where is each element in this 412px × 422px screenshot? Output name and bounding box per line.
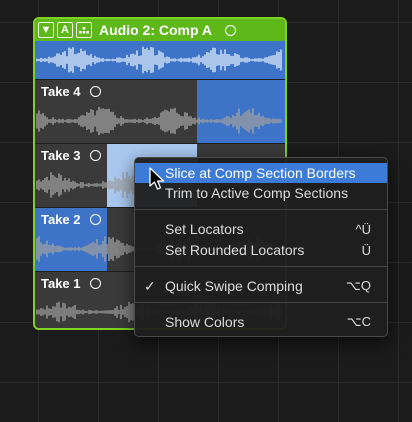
menu-item-label: Trim to Active Comp Sections <box>165 185 349 201</box>
menu-item-label: Quick Swipe Comping <box>165 278 303 294</box>
menu-item-shortcut: ⌥Q <box>345 278 371 293</box>
record-circle-icon[interactable] <box>225 24 237 36</box>
menu-item-quick-swipe-comping[interactable]: ✓ Quick Swipe Comping ⌥Q <box>135 276 387 296</box>
take-1-circle-icon[interactable] <box>89 278 101 289</box>
take-1-name: Take 1 <box>41 276 81 291</box>
menu-separator <box>135 209 387 210</box>
take-4-circle-icon[interactable] <box>89 86 101 97</box>
take-1-label: Take 1 <box>41 276 101 291</box>
menu-item-shortcut: ^Ü <box>355 221 372 237</box>
take-4-label: Take 4 <box>41 84 101 99</box>
menu-item-label: Show Colors <box>165 314 245 330</box>
menu-item-shortcut: Ü <box>361 242 371 258</box>
quick-swipe-mode-icon[interactable] <box>76 22 92 38</box>
menu-item-shortcut: ⌥C <box>346 314 371 329</box>
comp-waveform-icon <box>36 46 282 74</box>
take-3-label: Take 3 <box>41 148 101 163</box>
comp-waveform[interactable] <box>35 41 285 79</box>
menu-item-set-rounded-locators[interactable]: Set Rounded Locators Ü <box>135 240 387 260</box>
menu-separator <box>135 266 387 267</box>
take-folder-context-menu: Slice at Comp Section Borders Trim to Ac… <box>134 157 388 337</box>
disclosure-triangle-button[interactable]: ▼ <box>38 22 54 38</box>
menu-item-set-locators[interactable]: Set Locators ^Ü <box>135 219 387 239</box>
comp-a-button[interactable]: A <box>57 22 73 38</box>
menu-item-label: Set Rounded Locators <box>165 242 305 258</box>
menu-item-label: Set Locators <box>165 221 244 237</box>
menu-item-show-colors[interactable]: Show Colors ⌥C <box>135 312 387 332</box>
take-2-circle-icon[interactable] <box>89 214 101 225</box>
menu-item-slice-at-comp-section-borders[interactable]: Slice at Comp Section Borders <box>135 163 387 183</box>
take-2-label: Take 2 <box>41 212 101 227</box>
take-3-name: Take 3 <box>41 148 81 163</box>
menu-item-label: Slice at Comp Section Borders <box>165 165 356 181</box>
take-folder-header[interactable]: ▼ A Audio 2: Comp A <box>35 19 285 41</box>
mouse-pointer-icon <box>149 167 165 190</box>
take-3-circle-icon[interactable] <box>89 150 101 161</box>
menu-item-trim-to-active-comp-sections[interactable]: Trim to Active Comp Sections <box>135 183 387 203</box>
take-2-name: Take 2 <box>41 212 81 227</box>
take-4-waveform-icon <box>36 106 282 136</box>
menu-separator <box>135 302 387 303</box>
checkmark-icon: ✓ <box>144 277 156 294</box>
take-4-name: Take 4 <box>41 84 81 99</box>
take-folder-title: Audio 2: Comp A <box>99 22 213 38</box>
take-lane-4[interactable]: Take 4 <box>35 79 285 144</box>
